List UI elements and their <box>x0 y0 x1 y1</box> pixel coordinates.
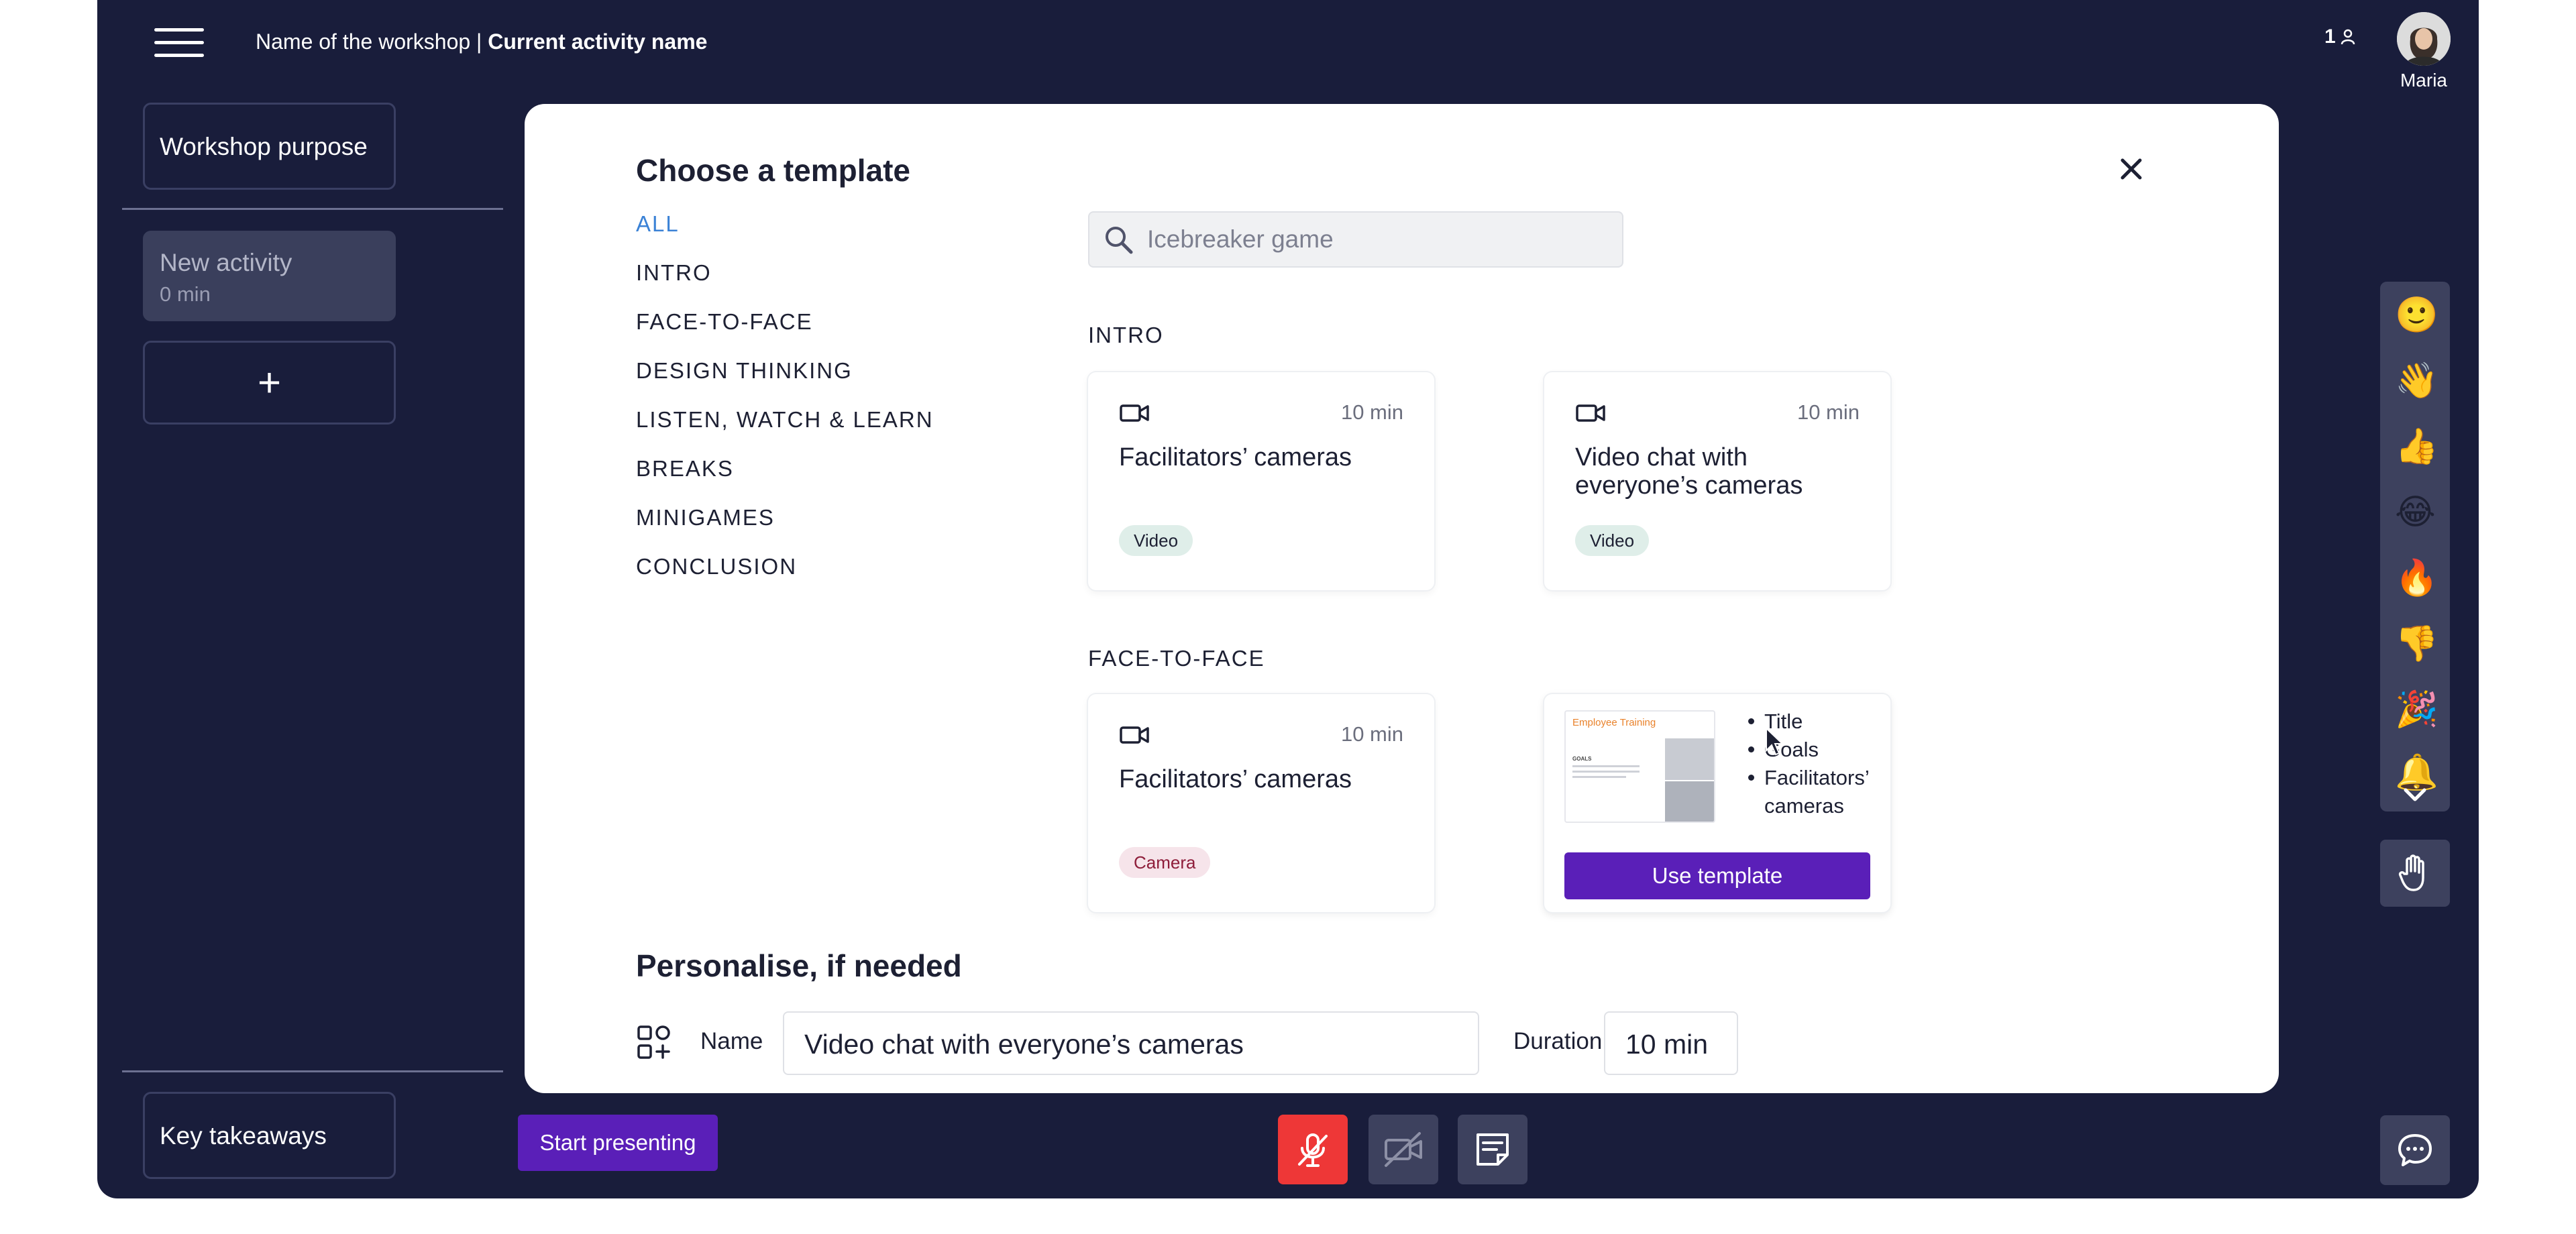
template-card[interactable]: 10 min Facilitators’ cameras Video <box>1088 372 1434 590</box>
start-presenting-button[interactable]: Start presenting <box>518 1115 718 1171</box>
laughing-emoji-icon[interactable]: 😂 <box>2395 492 2436 532</box>
app-window: Name of the workshop | Current activity … <box>97 0 2479 1198</box>
camera-off-icon <box>1385 1132 1422 1167</box>
thumbnail-person-image <box>1665 781 1714 822</box>
thumbnail-person-image <box>1665 738 1714 780</box>
thumbnail-line <box>1572 776 1626 778</box>
wave-emoji-icon[interactable]: 👋 <box>2395 361 2438 401</box>
video-camera-icon <box>1120 404 1149 422</box>
category-all[interactable]: ALL <box>636 211 934 260</box>
activity-blocks-icon <box>637 1025 670 1059</box>
card-duration: 10 min <box>1340 400 1403 424</box>
fire-emoji-icon[interactable]: 🔥 <box>2395 558 2438 598</box>
template-card[interactable]: 10 min Video chat with everyone’s camera… <box>1544 372 1890 590</box>
microphone-toggle-button[interactable] <box>1278 1115 1348 1184</box>
category-design-thinking[interactable]: DESIGN THINKING <box>636 358 934 407</box>
workshop-purpose-button[interactable]: Workshop purpose <box>143 103 396 190</box>
preview-bullets: Title Goals Facilitators’ cameras <box>1746 708 1890 820</box>
category-intro[interactable]: INTRO <box>636 260 934 309</box>
camera-toggle-button[interactable] <box>1368 1115 1438 1184</box>
title-separator: | <box>476 30 482 54</box>
activity-title: New activity <box>160 249 292 276</box>
use-template-button[interactable]: Use template <box>1564 852 1870 899</box>
sidebar-divider-top <box>122 208 503 210</box>
reactions-panel: 🙂 👋 👍 😂 🔥 👎 🎉 🔔 <box>2380 282 2450 811</box>
card-tag: Camera <box>1119 847 1211 878</box>
category-face-to-face[interactable]: FACE-TO-FACE <box>636 309 934 358</box>
category-list: ALL INTRO FACE-TO-FACE DESIGN THINKING L… <box>636 211 934 603</box>
add-activity-button[interactable]: + <box>143 341 396 425</box>
card-title: Facilitators’ cameras <box>1119 443 1352 471</box>
thumbnail-line <box>1572 771 1640 773</box>
sidebar-item-new-activity[interactable]: New activity 0 min <box>143 231 396 321</box>
close-icon[interactable] <box>2114 152 2148 186</box>
participants-counter[interactable]: 1 <box>2324 25 2356 48</box>
user-photo-icon <box>2397 12 2451 66</box>
duration-field[interactable]: 10 min <box>1604 1011 1738 1075</box>
menu-icon[interactable] <box>154 28 204 58</box>
modal-title: Choose a template <box>636 153 910 188</box>
sticky-note-icon <box>1477 1133 1509 1166</box>
thumbnail-title: Employee Training <box>1572 717 1656 728</box>
thumbs-down-emoji-icon[interactable]: 👎 <box>2395 624 2438 664</box>
mouse-cursor-icon <box>1766 726 1784 756</box>
chevron-down-icon[interactable] <box>2402 786 2428 803</box>
template-card[interactable]: 10 min Facilitators’ cameras Camera <box>1088 694 1434 912</box>
key-takeaways-button[interactable]: Key takeaways <box>143 1092 396 1179</box>
hand-icon <box>2398 854 2424 891</box>
template-modal: Choose a template ALL INTRO FACE-TO-FACE… <box>525 104 2279 1093</box>
template-thumbnail: Employee Training GOALS <box>1564 710 1715 823</box>
chat-button[interactable] <box>2380 1115 2450 1185</box>
template-preview-card[interactable]: Employee Training GOALS Title Goals Faci… <box>1544 694 1890 912</box>
chat-bubble-icon <box>2398 1134 2432 1166</box>
participants-count: 1 <box>2324 25 2336 48</box>
preview-bullet: Facilitators’ cameras <box>1746 764 1890 820</box>
duration-label: Duration <box>1513 1028 1603 1054</box>
thumbs-up-emoji-icon[interactable]: 👍 <box>2395 427 2438 467</box>
user-name: Maria <box>2400 70 2447 91</box>
section-intro: INTRO <box>1088 323 1164 347</box>
activity-name: Current activity name <box>488 30 708 54</box>
category-conclusion[interactable]: CONCLUSION <box>636 554 934 603</box>
category-breaks[interactable]: BREAKS <box>636 456 934 505</box>
card-title: Video chat with everyone’s cameras <box>1575 443 1803 500</box>
sidebar-divider-bottom <box>122 1070 503 1072</box>
personalise-title: Personalise, if needed <box>636 948 962 983</box>
video-camera-icon <box>1576 404 1605 422</box>
section-face-to-face: FACE-TO-FACE <box>1088 646 1265 671</box>
category-listen-watch-learn[interactable]: LISTEN, WATCH & LEARN <box>636 407 934 456</box>
activity-name-field[interactable]: Video chat with everyone’s cameras <box>783 1011 1479 1075</box>
thumbnail-line <box>1572 765 1640 767</box>
microphone-off-icon <box>1298 1133 1328 1167</box>
party-emoji-icon[interactable]: 🎉 <box>2395 689 2438 730</box>
search-placeholder: Icebreaker game <box>1147 225 1334 253</box>
notes-button[interactable] <box>1458 1115 1527 1184</box>
card-duration: 10 min <box>1796 400 1860 424</box>
raise-hand-button[interactable] <box>2380 840 2450 907</box>
activity-duration: 0 min <box>160 282 211 306</box>
card-tag: Video <box>1575 525 1650 556</box>
search-input[interactable]: Icebreaker game <box>1088 211 1623 268</box>
card-title: Facilitators’ cameras <box>1119 765 1352 793</box>
person-icon <box>2341 29 2355 45</box>
search-icon <box>1106 227 1133 254</box>
name-label: Name <box>700 1028 763 1054</box>
smile-emoji-icon[interactable]: 🙂 <box>2395 295 2438 335</box>
thumbnail-goals: GOALS <box>1572 756 1592 762</box>
avatar[interactable] <box>2397 12 2451 66</box>
category-minigames[interactable]: MINIGAMES <box>636 505 934 554</box>
workshop-name: Name of the workshop <box>256 30 471 54</box>
card-tag: Video <box>1119 525 1193 556</box>
card-duration: 10 min <box>1340 722 1403 746</box>
video-camera-icon <box>1120 726 1149 744</box>
top-title: Name of the workshop | Current activity … <box>256 30 707 54</box>
